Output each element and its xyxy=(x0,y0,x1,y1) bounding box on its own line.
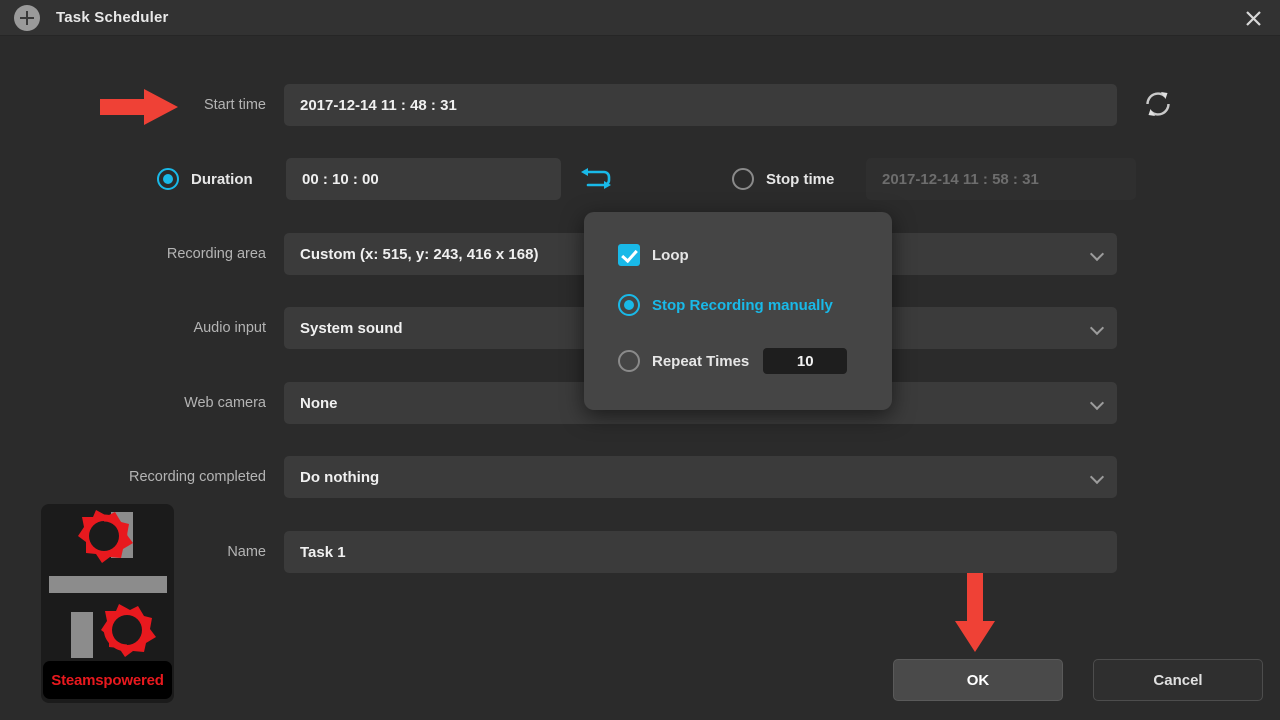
task-scheduler-dialog: Task Scheduler Start time 2017-12-14 11 … xyxy=(0,0,1280,720)
titlebar: Task Scheduler xyxy=(0,0,1280,36)
name-value: Task 1 xyxy=(300,543,346,561)
row-name: Name Task 1 xyxy=(84,531,1117,573)
recording-area-label: Recording area xyxy=(166,246,266,262)
cancel-button[interactable]: Cancel xyxy=(1093,659,1263,701)
recording-area-value: Custom (x: 515, y: 243, 416 x 168) xyxy=(300,245,539,263)
start-time-input[interactable]: 2017-12-14 11 : 48 : 31 xyxy=(284,84,1117,126)
repeat-times-value: 10 xyxy=(796,352,814,370)
arrow-right-glyph xyxy=(100,89,178,125)
loop-glyph xyxy=(581,168,611,189)
repeat-times-radio[interactable] xyxy=(618,350,640,372)
duration-input[interactable]: 00 : 10 : 00 xyxy=(286,158,561,200)
loop-icon[interactable] xyxy=(576,163,616,197)
row-stop-time: Stop time 2017-12-14 11 : 58 : 31 xyxy=(732,158,1136,200)
watermark-text: Steamspowered xyxy=(51,671,164,689)
chevron-down-icon xyxy=(1091,248,1103,260)
ok-button[interactable]: OK xyxy=(893,659,1063,701)
duration-radio[interactable] xyxy=(157,168,179,190)
repeat-times-label: Repeat Times xyxy=(652,352,750,370)
chevron-down-icon xyxy=(1091,397,1103,409)
recording-completed-select[interactable]: Do nothing xyxy=(284,456,1117,498)
loop-checkbox[interactable] xyxy=(618,244,640,266)
web-camera-value: None xyxy=(300,394,338,412)
watermark-logo: Steamspowered xyxy=(41,504,174,703)
stop-time-radio[interactable] xyxy=(732,168,754,190)
stop-manually-label: Stop Recording manually xyxy=(652,296,833,314)
start-time-value: 2017-12-14 11 : 48 : 31 xyxy=(300,96,457,114)
audio-input-value: System sound xyxy=(300,319,403,337)
web-camera-label: Web camera xyxy=(184,395,266,411)
duration-label: Duration xyxy=(191,170,253,188)
close-icon[interactable] xyxy=(1226,0,1280,36)
row-duration: Duration 00 : 10 : 00 xyxy=(157,158,561,200)
refresh-icon[interactable] xyxy=(1140,86,1176,122)
refresh-glyph xyxy=(1146,92,1170,116)
loop-label: Loop xyxy=(652,246,689,264)
watermark-badge: Steamspowered xyxy=(43,661,172,699)
audio-input-label: Audio input xyxy=(193,320,266,336)
popup-repeat-times-row[interactable]: Repeat Times 10 xyxy=(618,348,848,374)
duration-value: 00 : 10 : 00 xyxy=(302,170,379,188)
name-input[interactable]: Task 1 xyxy=(284,531,1117,573)
stop-manually-radio[interactable] xyxy=(618,294,640,316)
stop-time-value: 2017-12-14 11 : 58 : 31 xyxy=(882,170,1039,188)
recording-completed-label: Recording completed xyxy=(128,469,266,485)
gear-logo-icon xyxy=(49,510,167,658)
chevron-down-icon xyxy=(1091,471,1103,483)
repeat-times-input[interactable]: 10 xyxy=(763,348,848,374)
stop-time-label: Stop time xyxy=(766,170,835,188)
row-recording-completed: Recording completed Do nothing xyxy=(84,456,1117,498)
chevron-down-icon xyxy=(1091,322,1103,334)
arrow-down-glyph xyxy=(955,573,995,652)
popup-loop-row[interactable]: Loop xyxy=(618,244,689,266)
plus-circle-icon[interactable] xyxy=(14,4,40,31)
row-start-time: Start time 2017-12-14 11 : 48 : 31 xyxy=(84,84,1117,126)
cancel-button-label: Cancel xyxy=(1153,671,1203,689)
window-title: Task Scheduler xyxy=(56,9,169,26)
close-glyph xyxy=(1245,10,1261,26)
stop-time-input[interactable]: 2017-12-14 11 : 58 : 31 xyxy=(866,158,1136,200)
ok-button-label: OK xyxy=(966,671,990,689)
arrow-down-icon xyxy=(950,573,1000,653)
arrow-right-icon xyxy=(100,88,178,126)
recording-completed-value: Do nothing xyxy=(300,468,380,486)
popup-stop-manually-row[interactable]: Stop Recording manually xyxy=(618,294,833,316)
loop-options-popup: Loop Stop Recording manually Repeat Time… xyxy=(584,212,892,410)
